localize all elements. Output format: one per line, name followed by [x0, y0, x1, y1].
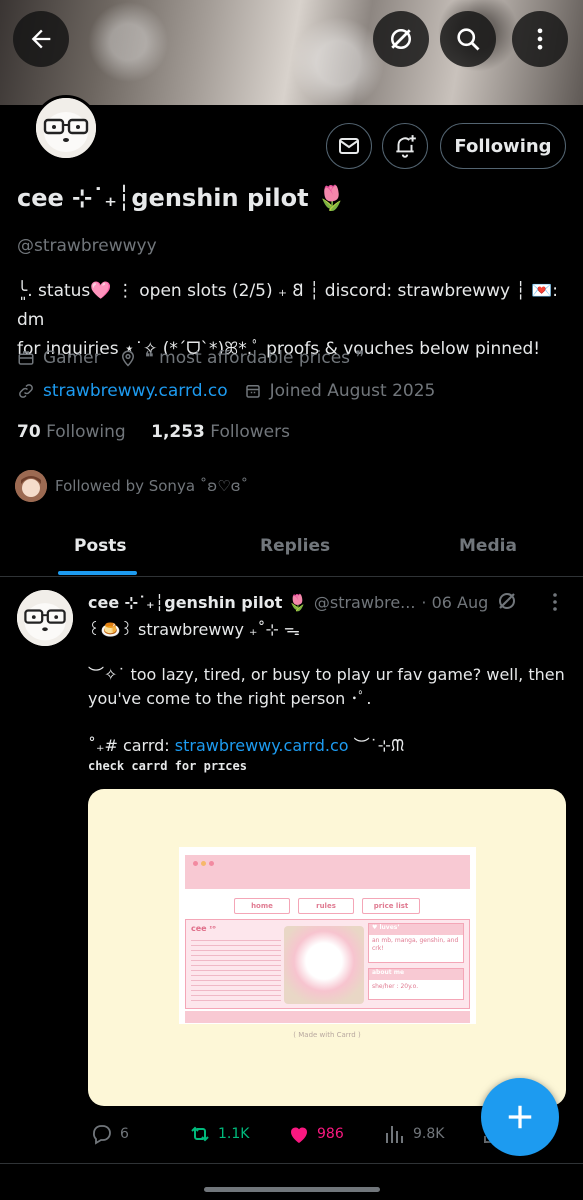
- calendar-icon: [244, 382, 266, 400]
- repost-button[interactable]: 1.1K: [188, 1122, 249, 1146]
- display-name: cee ⊹˙₊┆genshin pilot 🌷: [17, 184, 347, 212]
- preview-footer-bar: [185, 1011, 470, 1023]
- views-button[interactable]: 9.8K: [383, 1122, 444, 1146]
- link-preview-card[interactable]: home rules price list cee ᶦᵒ ♥ luvesʼ an…: [88, 789, 566, 1106]
- grok-icon: [391, 29, 411, 49]
- follow-stats: 70 Following 1,253 Followers: [17, 422, 290, 442]
- arrow-left-icon: [31, 29, 51, 49]
- repost-icon: [191, 1126, 209, 1142]
- tab-posts[interactable]: Posts: [74, 515, 127, 576]
- tab-replies[interactable]: Replies: [260, 515, 330, 576]
- post-author-avatar[interactable]: [17, 590, 73, 646]
- preview-made-with: ( Made with Carrd ): [293, 1031, 361, 1039]
- views-count: 9.8K: [413, 1126, 445, 1142]
- following-button[interactable]: Following: [440, 123, 566, 169]
- back-button[interactable]: [13, 11, 69, 67]
- reply-icon: [93, 1125, 111, 1145]
- preview-nav-item: home: [234, 898, 290, 914]
- views-chart-icon: [386, 1126, 403, 1143]
- tab-media[interactable]: Media: [459, 515, 517, 576]
- preview-body: cee ᶦᵒ ♥ luvesʼ an mb, manga, genshin, a…: [185, 919, 470, 1009]
- post-carrd-link[interactable]: strawbrewwy.carrd.co: [175, 736, 349, 755]
- post-text-line: ︶✧˙ too lazy, tired, or busy to play ur …: [88, 665, 565, 684]
- link-icon: [17, 382, 39, 400]
- profile-category: Gamer: [43, 348, 101, 368]
- preview-nav-item: rules: [298, 898, 354, 914]
- following-link[interactable]: 70 Following: [17, 422, 126, 442]
- active-tab-indicator: [58, 571, 137, 575]
- notify-button[interactable]: [382, 123, 428, 169]
- more-options-button[interactable]: [512, 11, 568, 67]
- like-button[interactable]: 986: [287, 1122, 344, 1146]
- follower-avatar: [15, 470, 47, 502]
- compose-post-button[interactable]: [481, 1078, 559, 1156]
- reply-button[interactable]: 6: [90, 1122, 129, 1146]
- heart-icon: [291, 1127, 307, 1143]
- briefcase-icon: [17, 349, 39, 367]
- profile-meta-row: Gamer ❝ most affordable prices ❞: [17, 348, 365, 368]
- avatar-image: [17, 590, 73, 646]
- preview-info-box: ♥ luvesʼ an mb, manga, genshin, and crk!: [368, 923, 464, 963]
- preview-nav-item: price list: [362, 898, 420, 914]
- bell-plus-icon: [396, 135, 416, 158]
- profile-joined-date: Joined August 2025: [269, 381, 436, 401]
- profile-tabs: Posts Replies Media: [0, 515, 583, 577]
- plus-icon: [508, 1105, 532, 1129]
- grok-icon: [499, 593, 515, 609]
- post-more-button[interactable]: [545, 590, 565, 618]
- preview-header-bar: [185, 855, 470, 889]
- profile-location: ❝ most affordable prices ❞: [144, 348, 365, 368]
- post-author-name[interactable]: cee ⊹˙₊┆genshin pilot 🌷: [88, 593, 308, 612]
- post-text-line: ꒰🍮꒱ strawbrewwy ₊˚⊹ ᯓ: [88, 620, 300, 639]
- search-icon: [457, 28, 480, 51]
- search-button[interactable]: [440, 11, 496, 67]
- repost-count: 1.1K: [218, 1126, 250, 1142]
- system-nav-bar: [0, 1163, 583, 1200]
- avatar-image: [36, 98, 96, 158]
- profile-handle: @strawbrewwyy: [17, 236, 157, 256]
- profile-avatar[interactable]: [33, 95, 99, 161]
- bio-line: ╰͈. status🩷 ⋮ open slots (2/5) ₊ 𐐒 ┆ dis…: [17, 281, 559, 330]
- message-button[interactable]: [326, 123, 372, 169]
- preview-info-box: about me she/her : 20y.o.: [368, 968, 464, 1000]
- post-text-line: check carrd for prɪces: [88, 759, 247, 773]
- post-header: cee ⊹˙₊┆genshin pilot 🌷 @strawbre... · 0…: [88, 593, 488, 612]
- carrd-preview-image: home rules price list cee ᶦᵒ ♥ luvesʼ an…: [179, 847, 476, 1024]
- post-author-handle[interactable]: @strawbre...: [314, 593, 416, 612]
- like-count: 986: [317, 1126, 344, 1142]
- followed-by-text: Followed by Sonya ˚ʚ♡ɞ˚: [55, 477, 249, 495]
- post-text-line: you've come to the right person ･ﾟ.: [88, 689, 372, 708]
- followed-by[interactable]: Followed by Sonya ˚ʚ♡ɞ˚: [15, 470, 248, 502]
- reply-count: 6: [120, 1126, 129, 1142]
- location-icon: [119, 349, 141, 367]
- profile-website-link[interactable]: strawbrewwy.carrd.co: [43, 381, 228, 401]
- profile-meta-row: strawbrewwy.carrd.co Joined August 2025: [17, 381, 435, 401]
- preview-title: cee ᶦᵒ: [191, 924, 217, 933]
- post-date[interactable]: · 06 Aug: [421, 593, 488, 612]
- preview-text-block: [191, 936, 281, 1002]
- more-vertical-icon: [537, 28, 543, 50]
- grok-button[interactable]: [373, 11, 429, 67]
- followers-link[interactable]: 1,253 Followers: [151, 422, 290, 442]
- preview-character-art: [284, 926, 364, 1004]
- mail-icon: [339, 138, 359, 154]
- gesture-handle[interactable]: [204, 1187, 380, 1192]
- grok-post-button[interactable]: [495, 589, 519, 617]
- more-vertical-icon: [553, 593, 557, 611]
- profile-banner[interactable]: [0, 0, 583, 105]
